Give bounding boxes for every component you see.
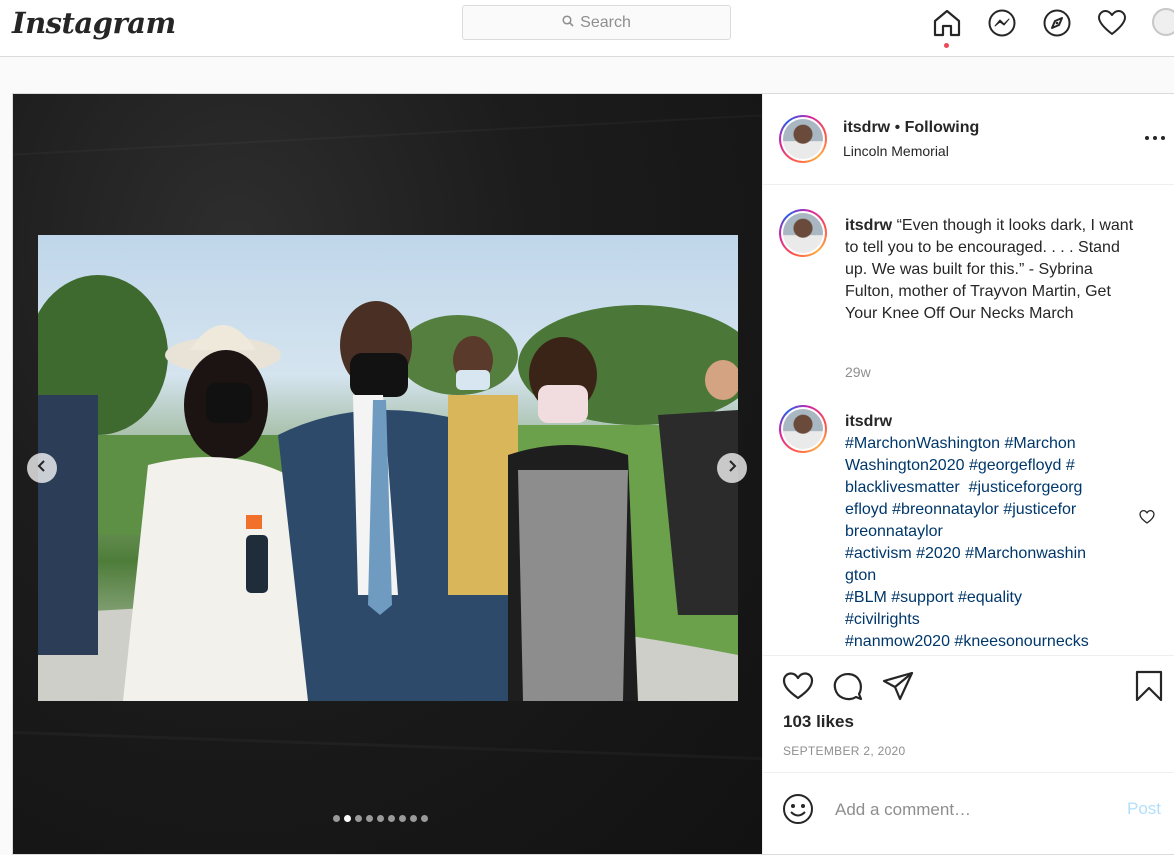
author-username[interactable]: itsdrw: [843, 119, 890, 136]
author-line: itsdrw • Following: [843, 119, 979, 137]
post-actions: 103 likes SEPTEMBER 2, 2020: [763, 655, 1174, 773]
separator-dot: •: [890, 119, 905, 136]
photo-illustration: [38, 275, 738, 701]
comments-list: itsdrw “Even though it looks dark, I wan…: [763, 185, 1174, 655]
more-options-icon[interactable]: [1143, 128, 1167, 148]
emoji-icon[interactable]: [782, 793, 814, 825]
paper-texture: [13, 731, 762, 760]
comment-username[interactable]: itsdrw: [845, 411, 1140, 433]
search-placeholder: Search: [580, 13, 631, 31]
profile-avatar[interactable]: [1152, 8, 1174, 36]
explore-compass-icon[interactable]: [1042, 8, 1072, 38]
hashtag-line[interactable]: breonnataylor: [845, 521, 1140, 543]
comment-like-heart-icon[interactable]: [1139, 509, 1155, 525]
comment-text: itsdrw #MarchonWashington #Marchon Washi…: [845, 411, 1140, 653]
hashtag-line[interactable]: #activism #2020 #Marchonwashin: [845, 543, 1140, 565]
chevron-left-icon: [36, 459, 48, 477]
carousel-dot: [410, 815, 417, 822]
carousel-dot: [333, 815, 340, 822]
caption-avatar[interactable]: [779, 209, 827, 257]
avatar-photo: [783, 213, 823, 253]
post-sidebar: itsdrw • Following Lincoln Memorial itsd…: [762, 94, 1174, 854]
comment-bubble-icon[interactable]: [832, 670, 864, 702]
carousel-dot-active: [344, 815, 351, 822]
carousel-dot: [421, 815, 428, 822]
following-button[interactable]: Following: [905, 119, 980, 136]
caption-timestamp[interactable]: 29w: [845, 364, 871, 380]
hashtag-line[interactable]: gton: [845, 565, 1140, 587]
hashtag-line[interactable]: #nanmow2020 #kneesonournecks: [845, 631, 1140, 653]
carousel-next-button[interactable]: [717, 453, 747, 483]
paper-texture: [13, 114, 761, 155]
carousel-prev-button[interactable]: [27, 453, 57, 483]
add-comment-bar: Post: [763, 772, 1174, 855]
home-icon[interactable]: [932, 8, 962, 38]
hashtag-line[interactable]: efloyd #breonnataylor #justicefor: [845, 499, 1140, 521]
carousel-dot: [355, 815, 362, 822]
post-date[interactable]: SEPTEMBER 2, 2020: [783, 744, 906, 758]
top-navigation-bar: Instagram Search: [0, 0, 1174, 57]
carousel-dot: [366, 815, 373, 822]
post-header: itsdrw • Following Lincoln Memorial: [763, 94, 1174, 185]
messenger-icon[interactable]: [987, 8, 1017, 38]
like-heart-icon[interactable]: [782, 670, 814, 702]
caption-username[interactable]: itsdrw: [845, 217, 892, 234]
heart-activity-icon[interactable]: [1097, 8, 1127, 38]
hashtag-line[interactable]: #civilrights: [845, 609, 1140, 631]
comment-avatar[interactable]: [779, 405, 827, 453]
instagram-logo[interactable]: Instagram: [12, 6, 176, 40]
carousel-dot: [377, 815, 384, 822]
hashtag-line[interactable]: #MarchonWashington #Marchon: [845, 433, 1140, 455]
search-icon: [562, 14, 574, 32]
avatar-photo: [783, 409, 823, 449]
post-card: itsdrw • Following Lincoln Memorial itsd…: [12, 93, 1174, 855]
chevron-right-icon: [726, 459, 738, 477]
carousel-dot: [399, 815, 406, 822]
post-comment-button[interactable]: Post: [1127, 799, 1161, 819]
hashtag-line[interactable]: Washington2020 #georgefloyd #: [845, 455, 1140, 477]
avatar-photo: [783, 119, 823, 159]
author-avatar[interactable]: [779, 115, 827, 163]
share-paper-plane-icon[interactable]: [882, 670, 914, 702]
post-media: [13, 94, 762, 854]
carousel-dot: [388, 815, 395, 822]
post-location[interactable]: Lincoln Memorial: [843, 143, 949, 159]
likes-count[interactable]: 103 likes: [783, 712, 854, 732]
search-box[interactable]: Search: [462, 5, 731, 40]
hashtag-line[interactable]: #BLM #support #equality: [845, 587, 1140, 609]
notification-dot: [944, 43, 949, 48]
hashtag-line[interactable]: blacklivesmatter #justiceforgeorg: [845, 477, 1140, 499]
caption-text: itsdrw “Even though it looks dark, I wan…: [845, 215, 1140, 325]
save-bookmark-icon[interactable]: [1133, 670, 1165, 702]
comment-input[interactable]: [833, 797, 1117, 823]
carousel-indicator: [333, 815, 428, 822]
post-photo: [38, 235, 738, 701]
